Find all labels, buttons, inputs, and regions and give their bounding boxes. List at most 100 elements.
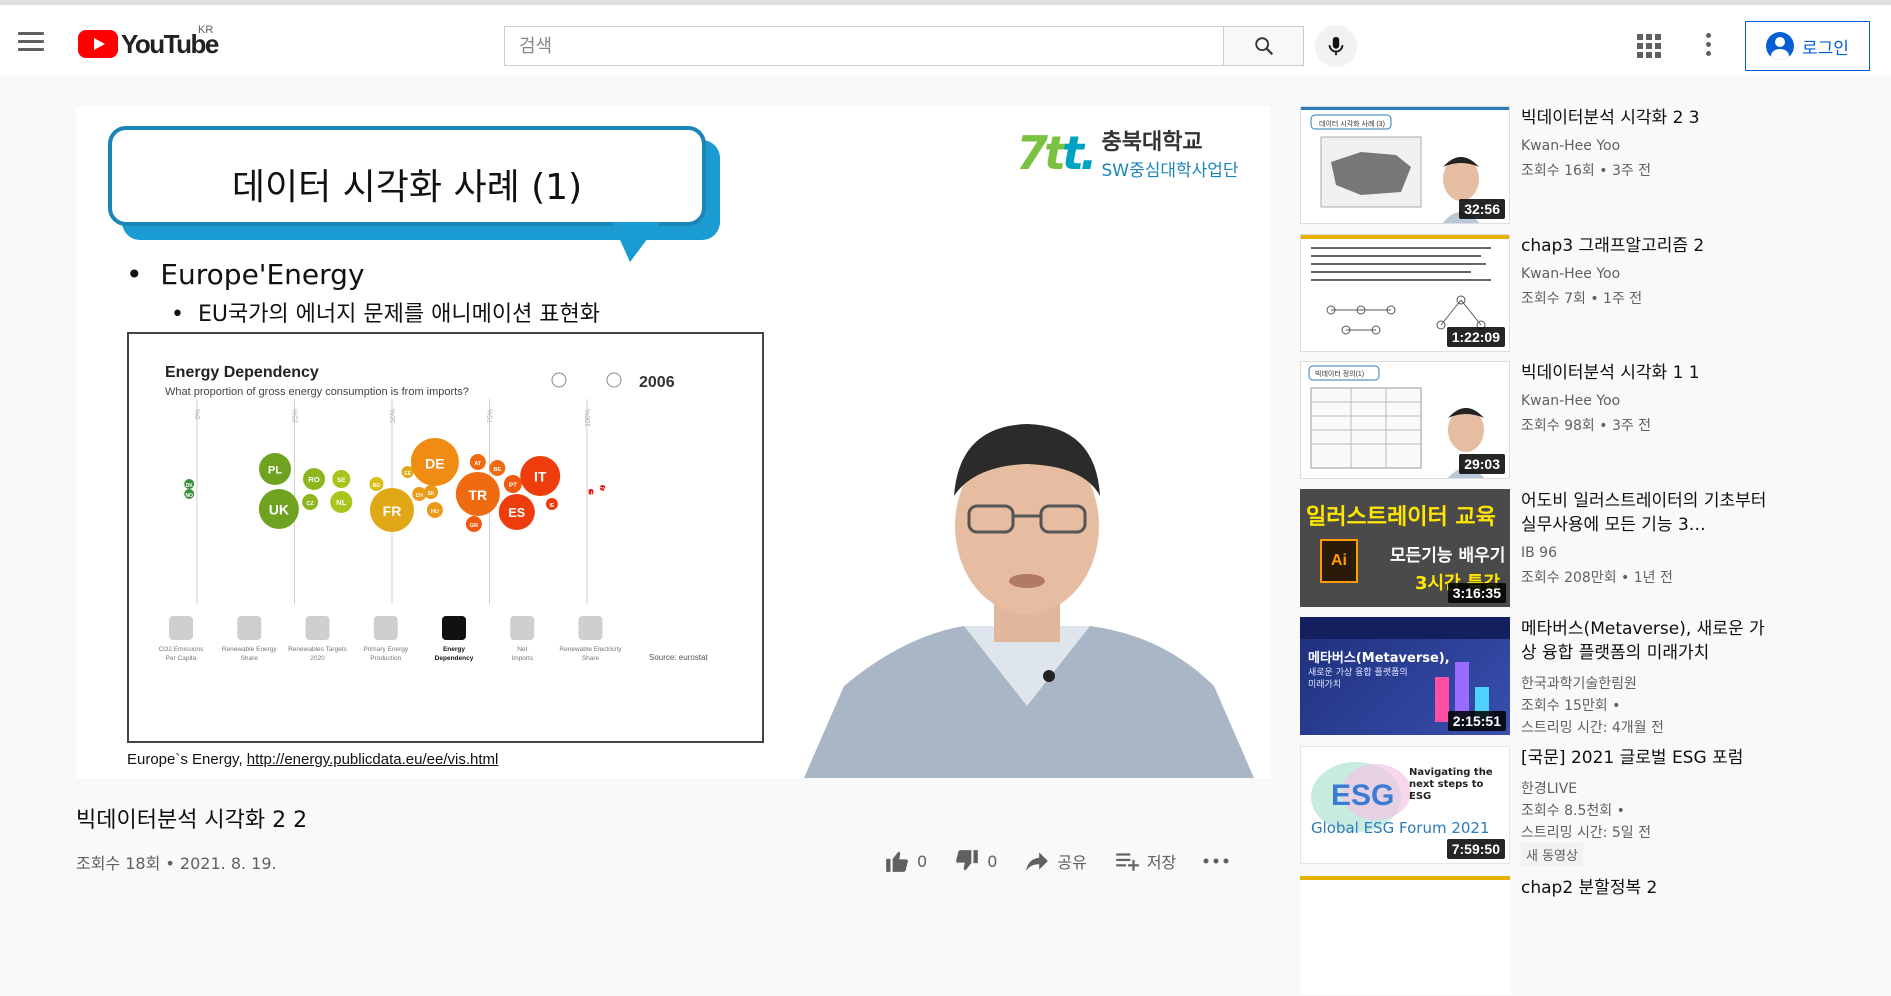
bubble-label: ES (508, 506, 525, 520)
bubble-label: UK (269, 502, 289, 518)
video-player[interactable]: 데이터 시각화 사례 (1) 7tt. 충북대학교 SW중심대학사업단 • Eu… (76, 106, 1270, 778)
recommendation-item[interactable]: chap2 분할정복 2 (1300, 876, 1891, 996)
recommendation-title[interactable]: 빅데이터분석 시각화 1 1 (1521, 361, 1771, 385)
youtube-play-icon (78, 30, 118, 58)
bubble-label: LU (588, 491, 595, 497)
duration-badge: 2:15:51 (1447, 711, 1506, 731)
bubble-label: PL (268, 464, 282, 476)
category-label: Dependency (435, 655, 474, 662)
like-button[interactable]: 0 (883, 848, 927, 874)
svg-text:ESG: ESG (1331, 779, 1394, 812)
channel-name[interactable]: 한국과학기술한림원 (1521, 673, 1637, 693)
share-icon (1026, 852, 1049, 871)
more-actions-button[interactable] (1202, 856, 1230, 866)
chart-tick-label: 50% (390, 409, 397, 423)
apps-grid-icon[interactable] (1637, 34, 1661, 58)
channel-name[interactable]: Kwan-Hee Yoo (1521, 266, 1620, 282)
youtube-logo[interactable]: YouTube KR (78, 24, 219, 59)
thumbs-down-icon (956, 850, 979, 871)
bubble-label: EE (404, 471, 411, 477)
category-icon (510, 616, 535, 640)
share-label: 공유 (1057, 853, 1087, 872)
view-count: 조회수 8.5천회 • (1521, 803, 1625, 819)
chart-prev-year-icon (551, 372, 567, 388)
bubble-label: DE (425, 456, 444, 472)
bubble-label: PT (509, 482, 517, 489)
recommendation-title[interactable]: 메타버스(Metaverse), 새로운 가상 융합 플랫폼의 미래가치 (1521, 617, 1771, 665)
bubble-label: BE (493, 467, 501, 473)
search-icon (1254, 37, 1273, 56)
bubble-label: BG (373, 483, 381, 489)
channel-name[interactable]: IB 96 (1521, 545, 1557, 561)
recommendation-title[interactable]: 어도비 일러스트레이터의 기초부터 실무사용에 모든 기능 3… (1521, 489, 1771, 537)
dislike-count: 0 (987, 851, 998, 871)
category-icon (578, 616, 603, 640)
thumb-caption-1: 데이터 시각화 사례 (3) (1319, 119, 1385, 128)
view-count: 조회수 208만회 • 1년 전 (1521, 570, 1673, 586)
bubble-label: SE (337, 477, 345, 484)
share-button[interactable]: 공유 (1023, 848, 1087, 874)
save-button[interactable]: 저장 (1113, 848, 1176, 874)
recommendation-item[interactable]: 빅데이터 정의(1) 29:03 빅데이터분석 시각화 1 1 Kwan-Hee… (1300, 361, 1891, 481)
more-vertical-icon[interactable] (1702, 33, 1714, 59)
menu-icon[interactable] (18, 32, 44, 52)
bubble-label: HU (431, 509, 439, 515)
bubble-label: AT (474, 461, 482, 467)
video-thumbnail[interactable] (1300, 876, 1510, 994)
voice-search-button[interactable] (1315, 25, 1357, 67)
duration-badge: 3:16:35 (1447, 583, 1506, 603)
university-name: 충북대학교 (1101, 130, 1203, 155)
chart-tick-label: 100% (585, 409, 592, 427)
search-input[interactable] (505, 27, 1225, 65)
bubble-label: CH (416, 493, 424, 499)
category-icon (373, 616, 398, 640)
category-label: Energy (443, 646, 465, 653)
channel-name[interactable]: 한경LIVE (1521, 778, 1577, 798)
playlist-add-icon (1115, 853, 1139, 871)
slide-title: 데이터 시각화 사례 (1) (231, 167, 583, 208)
category-icon (305, 616, 330, 640)
video-thumbnail[interactable]: 1:22:09 (1300, 234, 1510, 352)
bullet2-text: EU국가의 에너지 문제를 애니메이션 표현화 (197, 302, 601, 327)
category-label: Renewables Targets (288, 646, 348, 653)
save-label: 저장 (1146, 853, 1177, 872)
recommendation-title[interactable]: [국문] 2021 글로벌 ESG 포럼 (1521, 746, 1771, 770)
thumb-caption-3: 빅데이터 정의(1) (1315, 369, 1364, 378)
recommendation-item[interactable]: ESG Navigating the next steps to ESG Glo… (1300, 746, 1891, 866)
channel-name[interactable]: Kwan-Hee Yoo (1521, 393, 1620, 409)
duration-badge: 7:59:50 (1446, 839, 1505, 859)
dislike-button[interactable]: 0 (953, 848, 997, 874)
category-label: Primary Energy (363, 646, 409, 653)
source-prefix: Europe`s Energy, (127, 751, 243, 768)
stream-time: 스트리밍 시간: 4개월 전 (1521, 720, 1664, 736)
thumbs-up-icon (886, 851, 908, 872)
thumb-header-strip (1300, 617, 1510, 639)
recommendation-title[interactable]: 빅데이터분석 시각화 2 3 (1521, 106, 1771, 130)
video-thumbnail[interactable]: ESG Navigating the next steps to ESG Glo… (1300, 746, 1510, 864)
recommendation-item[interactable]: 데이터 시각화 사례 (3) 32:56 빅데이터분석 시각화 2 3 Kwan… (1300, 106, 1891, 226)
video-thumbnail[interactable]: 데이터 시각화 사례 (3) 32:56 (1300, 106, 1510, 224)
category-label: Share (582, 655, 600, 662)
recommendation-item[interactable]: 일러스트레이터 교육 Ai 모든기능 배우기 3시간 특강 3:16:35 어도… (1300, 489, 1891, 609)
video-thumbnail[interactable]: 메타버스(Metaverse), 새로운 가상 융합 플랫폼의 미래가치 2:1… (1300, 617, 1510, 735)
recommendation-item[interactable]: 1:22:09 chap3 그래프알고리즘 2 Kwan-Hee Yoo 조회수… (1300, 234, 1891, 354)
search-button[interactable] (1223, 26, 1304, 66)
category-label: Share (241, 655, 259, 662)
video-thumbnail[interactable]: 빅데이터 정의(1) 29:03 (1300, 361, 1510, 479)
slide-bullet-2: • EU국가의 에너지 문제를 애니메이션 표현화 (171, 302, 601, 327)
thumb-line-1: Navigating the next steps to ESG (1409, 767, 1493, 802)
recommendation-title[interactable]: chap2 분할정복 2 (1521, 876, 1771, 900)
bubble-label: NL (336, 498, 347, 507)
login-button[interactable]: 로그인 (1745, 21, 1870, 71)
video-thumbnail[interactable]: 일러스트레이터 교육 Ai 모든기능 배우기 3시간 특강 3:16:35 (1300, 489, 1510, 607)
recommendation-item[interactable]: 메타버스(Metaverse), 새로운 가상 융합 플랫폼의 미래가치 2:1… (1300, 617, 1891, 737)
thumb-line-2: 새로운 가상 융합 플랫폼의 미래가치 (1308, 668, 1408, 690)
recommendation-title[interactable]: chap3 그래프알고리즘 2 (1521, 234, 1771, 258)
search-box (504, 26, 1225, 66)
category-label: Net (517, 646, 527, 653)
university-logo: 7tt. 충북대학교 SW중심대학사업단 (1016, 124, 1239, 182)
thumb-headline: 일러스트레이터 교육 (1306, 505, 1496, 530)
category-label: Imports (511, 655, 533, 662)
chart-source-label: Source: eurostat (649, 653, 708, 662)
channel-name[interactable]: Kwan-Hee Yoo (1521, 138, 1620, 154)
